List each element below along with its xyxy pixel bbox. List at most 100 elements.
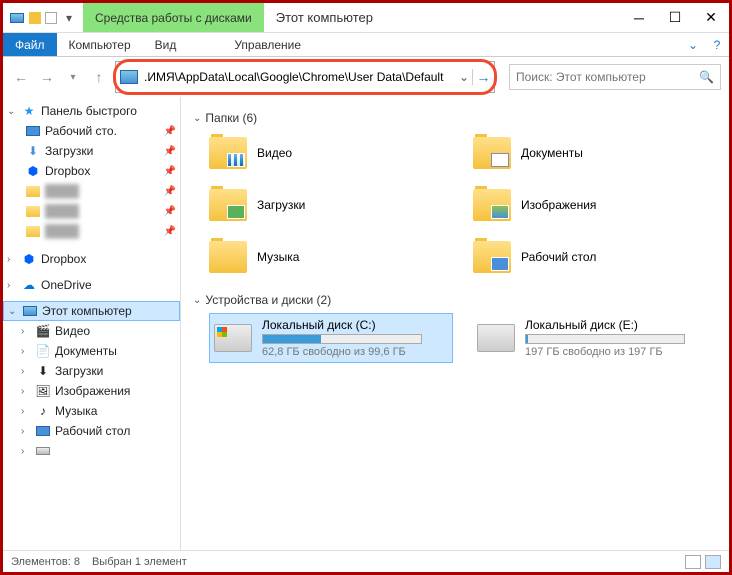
sidebar-item-label: Видео [55, 324, 90, 338]
sidebar-item-label: ████ [45, 184, 79, 198]
forward-button[interactable]: → [37, 67, 57, 87]
caret-icon[interactable]: › [21, 366, 31, 377]
system-menu-icon[interactable] [9, 10, 25, 26]
folder-icon [473, 189, 511, 221]
caret-icon[interactable]: › [21, 386, 31, 397]
sidebar-pinned-item[interactable]: ████📌 [3, 221, 180, 241]
up-button[interactable]: ↑ [89, 67, 109, 87]
caret-icon[interactable]: ⌄ [8, 306, 18, 317]
address-bar-container: ⌄ → [115, 61, 495, 93]
sidebar-pinned-item[interactable]: ⬇Загрузки📌 [3, 141, 180, 161]
star-icon: ★ [21, 103, 37, 119]
address-bar[interactable]: ⌄ → [115, 61, 495, 93]
tab-view[interactable]: Вид [143, 33, 189, 56]
tab-manage[interactable]: Управление [222, 33, 313, 56]
folder-item[interactable]: Загрузки [209, 183, 453, 227]
ribbon-context-tab: Средства работы с дисками [83, 3, 264, 32]
minimize-button[interactable]: ─ [621, 3, 657, 32]
folder-label: Рабочий стол [521, 250, 596, 264]
navigation-bar: ← → ▾ ↑ ⌄ → 🔍 [3, 57, 729, 97]
caret-icon[interactable]: › [21, 406, 31, 417]
folder-label: Видео [257, 146, 292, 160]
folder-item[interactable]: Музыка [209, 235, 453, 279]
dropbox-icon: ⬢ [25, 163, 41, 179]
sidebar-pinned-item[interactable]: ████📌 [3, 181, 180, 201]
sidebar-item-label: OneDrive [41, 278, 92, 292]
pin-icon: 📌 [164, 146, 176, 157]
folder-icon [473, 137, 511, 169]
status-selection: Выбран 1 элемент [92, 556, 187, 568]
ribbon-collapse-icon[interactable]: ⌄ [681, 33, 705, 56]
qat-properties-icon[interactable] [29, 12, 41, 24]
dropbox-icon: ⬢ [21, 251, 37, 267]
back-button[interactable]: ← [11, 67, 31, 87]
recent-dropdown-icon[interactable]: ▾ [63, 67, 83, 87]
search-input[interactable] [516, 70, 699, 84]
caret-icon[interactable]: › [21, 326, 31, 337]
folders-section-header[interactable]: ⌄ Папки (6) [193, 111, 717, 125]
drives-section-header[interactable]: ⌄ Устройства и диски (2) [193, 293, 717, 307]
help-icon[interactable]: ? [705, 33, 729, 56]
sidebar-pc-item[interactable]: ›🎬Видео [3, 321, 180, 341]
folder-item[interactable]: Документы [473, 131, 717, 175]
folder-label: Документы [521, 146, 583, 160]
search-icon[interactable]: 🔍 [699, 70, 714, 84]
sidebar-pc-item[interactable]: ›♪Музыка [3, 401, 180, 421]
folder-icon [25, 183, 41, 199]
folder-icon [25, 223, 41, 239]
drive-item[interactable]: Локальный диск (C:)62,8 ГБ свободно из 9… [209, 313, 453, 363]
sidebar-item-label: ████ [45, 204, 79, 218]
sidebar-pc-item[interactable]: ›📄Документы [3, 341, 180, 361]
sidebar-item-label: Панель быстрого [41, 104, 137, 118]
sidebar-pc-item[interactable]: › [3, 441, 180, 461]
content-pane: ⌄ Папки (6) Видео Документы Загрузки Изобра… [181, 97, 729, 550]
caret-icon: ⌄ [193, 113, 201, 124]
sidebar-pc-item[interactable]: › 🖼 Изображения [3, 381, 180, 401]
sidebar-item-label: Изображения [55, 384, 130, 398]
titlebar: ▾ Средства работы с дисками Этот компьют… [3, 3, 729, 33]
folder-label: Загрузки [257, 198, 305, 212]
go-button[interactable]: → [472, 69, 494, 85]
folder-icon: 🖼 [35, 383, 51, 399]
address-history-icon[interactable]: ⌄ [456, 70, 472, 84]
down-icon: ⬇ [25, 143, 41, 159]
caret-icon[interactable]: › [21, 426, 31, 437]
sidebar-item-label: Музыка [55, 404, 97, 418]
view-tiles-button[interactable] [705, 555, 721, 569]
status-item-count: Элементов: 8 [11, 556, 80, 568]
sidebar-dropbox[interactable]: › ⬢ Dropbox [3, 249, 180, 269]
sidebar-pc-item[interactable]: ›⬇Загрузки [3, 361, 180, 381]
drive-label: Локальный диск (E:) [525, 318, 713, 332]
sidebar-pinned-item[interactable]: Рабочий сто.📌 [3, 121, 180, 141]
window-controls: ─ ☐ ✕ [621, 3, 729, 32]
address-input[interactable] [142, 68, 456, 86]
close-button[interactable]: ✕ [693, 3, 729, 32]
sidebar-onedrive[interactable]: › ☁ OneDrive [3, 275, 180, 295]
tab-computer[interactable]: Компьютер [57, 33, 143, 56]
folder-item[interactable]: Рабочий стол [473, 235, 717, 279]
sidebar-pc-item[interactable]: ›Рабочий стол [3, 421, 180, 441]
folder-item[interactable]: Видео [209, 131, 453, 175]
location-icon [120, 70, 138, 84]
caret-icon[interactable]: › [7, 254, 17, 265]
drive-item[interactable]: Локальный диск (E:)197 ГБ свободно из 19… [473, 313, 717, 363]
sidebar-quick-access[interactable]: ⌄ ★ Панель быстрого [3, 101, 180, 121]
qat-new-folder-icon[interactable] [45, 12, 57, 24]
folder-icon [35, 443, 51, 459]
caret-icon[interactable]: ⌄ [7, 106, 17, 117]
folder-label: Музыка [257, 250, 299, 264]
search-box[interactable]: 🔍 [509, 64, 721, 90]
maximize-button[interactable]: ☐ [657, 3, 693, 32]
sidebar-pinned-item[interactable]: ████📌 [3, 201, 180, 221]
drive-free-space: 62,8 ГБ свободно из 99,6 ГБ [262, 346, 448, 358]
tab-file[interactable]: Файл [3, 33, 57, 56]
sidebar-pinned-item[interactable]: ⬢Dropbox📌 [3, 161, 180, 181]
folder-icon [25, 203, 41, 219]
qat-dropdown-icon[interactable]: ▾ [61, 10, 77, 26]
view-details-button[interactable] [685, 555, 701, 569]
caret-icon[interactable]: › [21, 446, 31, 457]
caret-icon[interactable]: › [7, 280, 17, 291]
caret-icon[interactable]: › [21, 346, 31, 357]
sidebar-this-pc[interactable]: ⌄ Этот компьютер [3, 301, 180, 321]
folder-item[interactable]: Изображения [473, 183, 717, 227]
